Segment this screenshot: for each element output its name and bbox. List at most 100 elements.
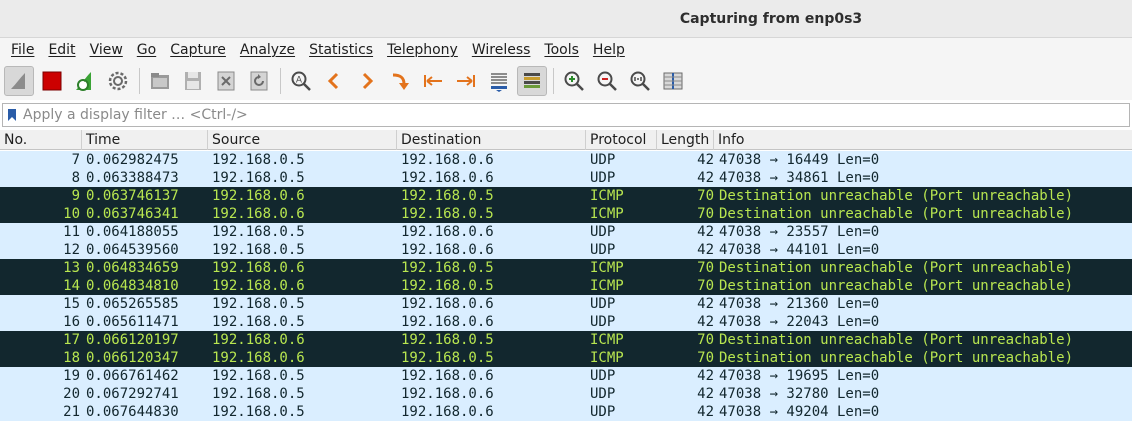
packet-row[interactable]: 19 0.066761462 192.168.0.5 192.168.0.6 UDP 42… bbox=[0, 367, 1132, 385]
stop-icon bbox=[42, 71, 62, 91]
packet-length-cell: 42 bbox=[697, 242, 714, 258]
menu-help[interactable]: Help bbox=[586, 42, 632, 58]
menu-go[interactable]: Go bbox=[130, 42, 163, 58]
save-icon bbox=[185, 72, 201, 90]
packet-source-cell: 192.168.0.5 bbox=[212, 386, 305, 402]
packet-protocol-cell: UDP bbox=[590, 314, 616, 330]
colorize-button[interactable] bbox=[517, 66, 547, 96]
menu-file[interactable]: File bbox=[4, 42, 41, 58]
first-packet-button[interactable] bbox=[418, 66, 448, 96]
packet-row[interactable]: 14 0.064834810 192.168.0.6 192.168.0.5 ICMP 7… bbox=[0, 277, 1132, 295]
menu-view[interactable]: View bbox=[83, 42, 130, 58]
packet-destination-cell: 192.168.0.5 bbox=[401, 206, 494, 222]
menu-telephony[interactable]: Telephony bbox=[380, 42, 465, 58]
packet-length-cell: 42 bbox=[697, 404, 714, 420]
toolbar-separator bbox=[553, 68, 554, 94]
packet-row[interactable]: 18 0.066120347 192.168.0.6 192.168.0.5 ICMP 7… bbox=[0, 349, 1132, 367]
menu-capture[interactable]: Capture bbox=[163, 42, 233, 58]
packet-info-cell: Destination unreachable (Port unreachabl… bbox=[719, 332, 1074, 348]
packet-time-cell: 0.064834810 bbox=[86, 278, 179, 294]
title-bar: Capturing from enp0s3 bbox=[0, 0, 1132, 38]
packet-destination-cell: 192.168.0.5 bbox=[401, 260, 494, 276]
menu-statistics[interactable]: Statistics bbox=[302, 42, 380, 58]
packet-protocol-cell: ICMP bbox=[590, 332, 624, 348]
packet-list: No. Time Source Destination Protocol Len… bbox=[0, 130, 1132, 425]
packet-source-cell: 192.168.0.5 bbox=[212, 152, 305, 168]
packet-time-cell: 0.062982475 bbox=[86, 152, 179, 168]
chevron-right-icon bbox=[362, 72, 374, 90]
gear-icon bbox=[108, 71, 128, 91]
packet-time-cell: 0.063388473 bbox=[86, 170, 179, 186]
column-header-source[interactable]: Source bbox=[208, 130, 397, 150]
previous-packet-button[interactable] bbox=[319, 66, 349, 96]
column-header-info[interactable]: Info bbox=[714, 130, 1132, 150]
zoom-out-button[interactable] bbox=[592, 66, 622, 96]
packet-row[interactable]: 13 0.064834659 192.168.0.6 192.168.0.5 ICMP 7… bbox=[0, 259, 1132, 277]
packet-no-cell: 20 bbox=[63, 386, 80, 402]
packet-info-cell: Destination unreachable (Port unreachabl… bbox=[719, 206, 1074, 222]
packet-info-cell: 47038 → 32780 Len=0 bbox=[719, 386, 880, 402]
next-packet-button[interactable] bbox=[352, 66, 382, 96]
window-title: Capturing from enp0s3 bbox=[679, 11, 863, 27]
column-header-length[interactable]: Length bbox=[657, 130, 714, 150]
save-file-button[interactable] bbox=[178, 66, 208, 96]
reload-file-button[interactable] bbox=[244, 66, 274, 96]
column-header-time[interactable]: Time bbox=[82, 130, 208, 150]
shark-fin-icon bbox=[11, 73, 25, 89]
packet-row[interactable]: 21 0.067644830 192.168.0.5 192.168.0.6 UDP 42… bbox=[0, 403, 1132, 421]
resize-columns-button[interactable] bbox=[658, 66, 688, 96]
zoom-reset-icon bbox=[630, 71, 650, 91]
auto-scroll-icon bbox=[491, 73, 507, 92]
search-icon: A bbox=[291, 71, 311, 91]
packet-no-cell: 8 bbox=[71, 170, 80, 186]
normal-size-button[interactable] bbox=[625, 66, 655, 96]
svg-text:A: A bbox=[296, 76, 303, 86]
close-file-button[interactable] bbox=[211, 66, 241, 96]
packet-row[interactable]: 8 0.063388473 192.168.0.5 192.168.0.6 UDP 42 4… bbox=[0, 169, 1132, 187]
last-packet-button[interactable] bbox=[451, 66, 481, 96]
column-header-protocol[interactable]: Protocol bbox=[586, 130, 657, 150]
menu-edit[interactable]: Edit bbox=[41, 42, 82, 58]
packet-destination-cell: 192.168.0.6 bbox=[401, 242, 494, 258]
column-header-destination[interactable]: Destination bbox=[397, 130, 586, 150]
go-to-packet-button[interactable] bbox=[385, 66, 415, 96]
restart-capture-button[interactable] bbox=[70, 66, 100, 96]
packet-row[interactable]: 15 0.065265585 192.168.0.5 192.168.0.6 UDP 42… bbox=[0, 295, 1132, 313]
column-header-no[interactable]: No. bbox=[0, 130, 82, 150]
packet-row[interactable]: 16 0.065611471 192.168.0.5 192.168.0.6 UDP 42… bbox=[0, 313, 1132, 331]
bookmark-icon[interactable] bbox=[3, 104, 21, 126]
open-file-button[interactable] bbox=[145, 66, 175, 96]
packet-row[interactable]: 7 0.062982475 192.168.0.5 192.168.0.6 UDP 42 4… bbox=[0, 151, 1132, 169]
packet-protocol-cell: UDP bbox=[590, 242, 616, 258]
packet-row[interactable]: 11 0.064188055 192.168.0.5 192.168.0.6 UDP 42… bbox=[0, 223, 1132, 241]
packet-length-cell: 42 bbox=[697, 224, 714, 240]
packet-row[interactable]: 9 0.063746137 192.168.0.6 192.168.0.5 ICMP 70… bbox=[0, 187, 1132, 205]
menu-wireless[interactable]: Wireless bbox=[465, 42, 538, 58]
capture-options-button[interactable] bbox=[103, 66, 133, 96]
auto-scroll-button[interactable] bbox=[484, 66, 514, 96]
packet-length-cell: 42 bbox=[697, 368, 714, 384]
packet-row[interactable]: 20 0.067292741 192.168.0.5 192.168.0.6 UDP 42… bbox=[0, 385, 1132, 403]
packet-row[interactable]: 17 0.066120197 192.168.0.6 192.168.0.5 ICMP 7… bbox=[0, 331, 1132, 349]
packet-length-cell: 42 bbox=[697, 170, 714, 186]
packet-time-cell: 0.067644830 bbox=[86, 404, 179, 420]
packet-info-cell: Destination unreachable (Port unreachabl… bbox=[719, 350, 1074, 366]
display-filter-input[interactable] bbox=[21, 105, 1129, 125]
packet-info-cell: 47038 → 34861 Len=0 bbox=[719, 170, 880, 186]
menu-analyze[interactable]: Analyze bbox=[233, 42, 302, 58]
packet-no-cell: 16 bbox=[63, 314, 80, 330]
find-packet-button[interactable]: A bbox=[286, 66, 316, 96]
menu-tools[interactable]: Tools bbox=[537, 42, 586, 58]
packet-destination-cell: 192.168.0.6 bbox=[401, 368, 494, 384]
packet-time-cell: 0.065265585 bbox=[86, 296, 179, 312]
packet-row[interactable]: 10 0.063746341 192.168.0.6 192.168.0.5 ICMP 7… bbox=[0, 205, 1132, 223]
packet-length-cell: 42 bbox=[697, 296, 714, 312]
packet-length-cell: 70 bbox=[697, 278, 714, 294]
packet-info-cell: Destination unreachable (Port unreachabl… bbox=[719, 278, 1074, 294]
packet-no-cell: 14 bbox=[63, 278, 80, 294]
jump-arrow-icon bbox=[392, 73, 409, 90]
stop-capture-button[interactable] bbox=[37, 66, 67, 96]
zoom-in-button[interactable] bbox=[559, 66, 589, 96]
start-capture-button[interactable] bbox=[4, 66, 34, 96]
packet-row[interactable]: 12 0.064539560 192.168.0.5 192.168.0.6 UDP 42… bbox=[0, 241, 1132, 259]
